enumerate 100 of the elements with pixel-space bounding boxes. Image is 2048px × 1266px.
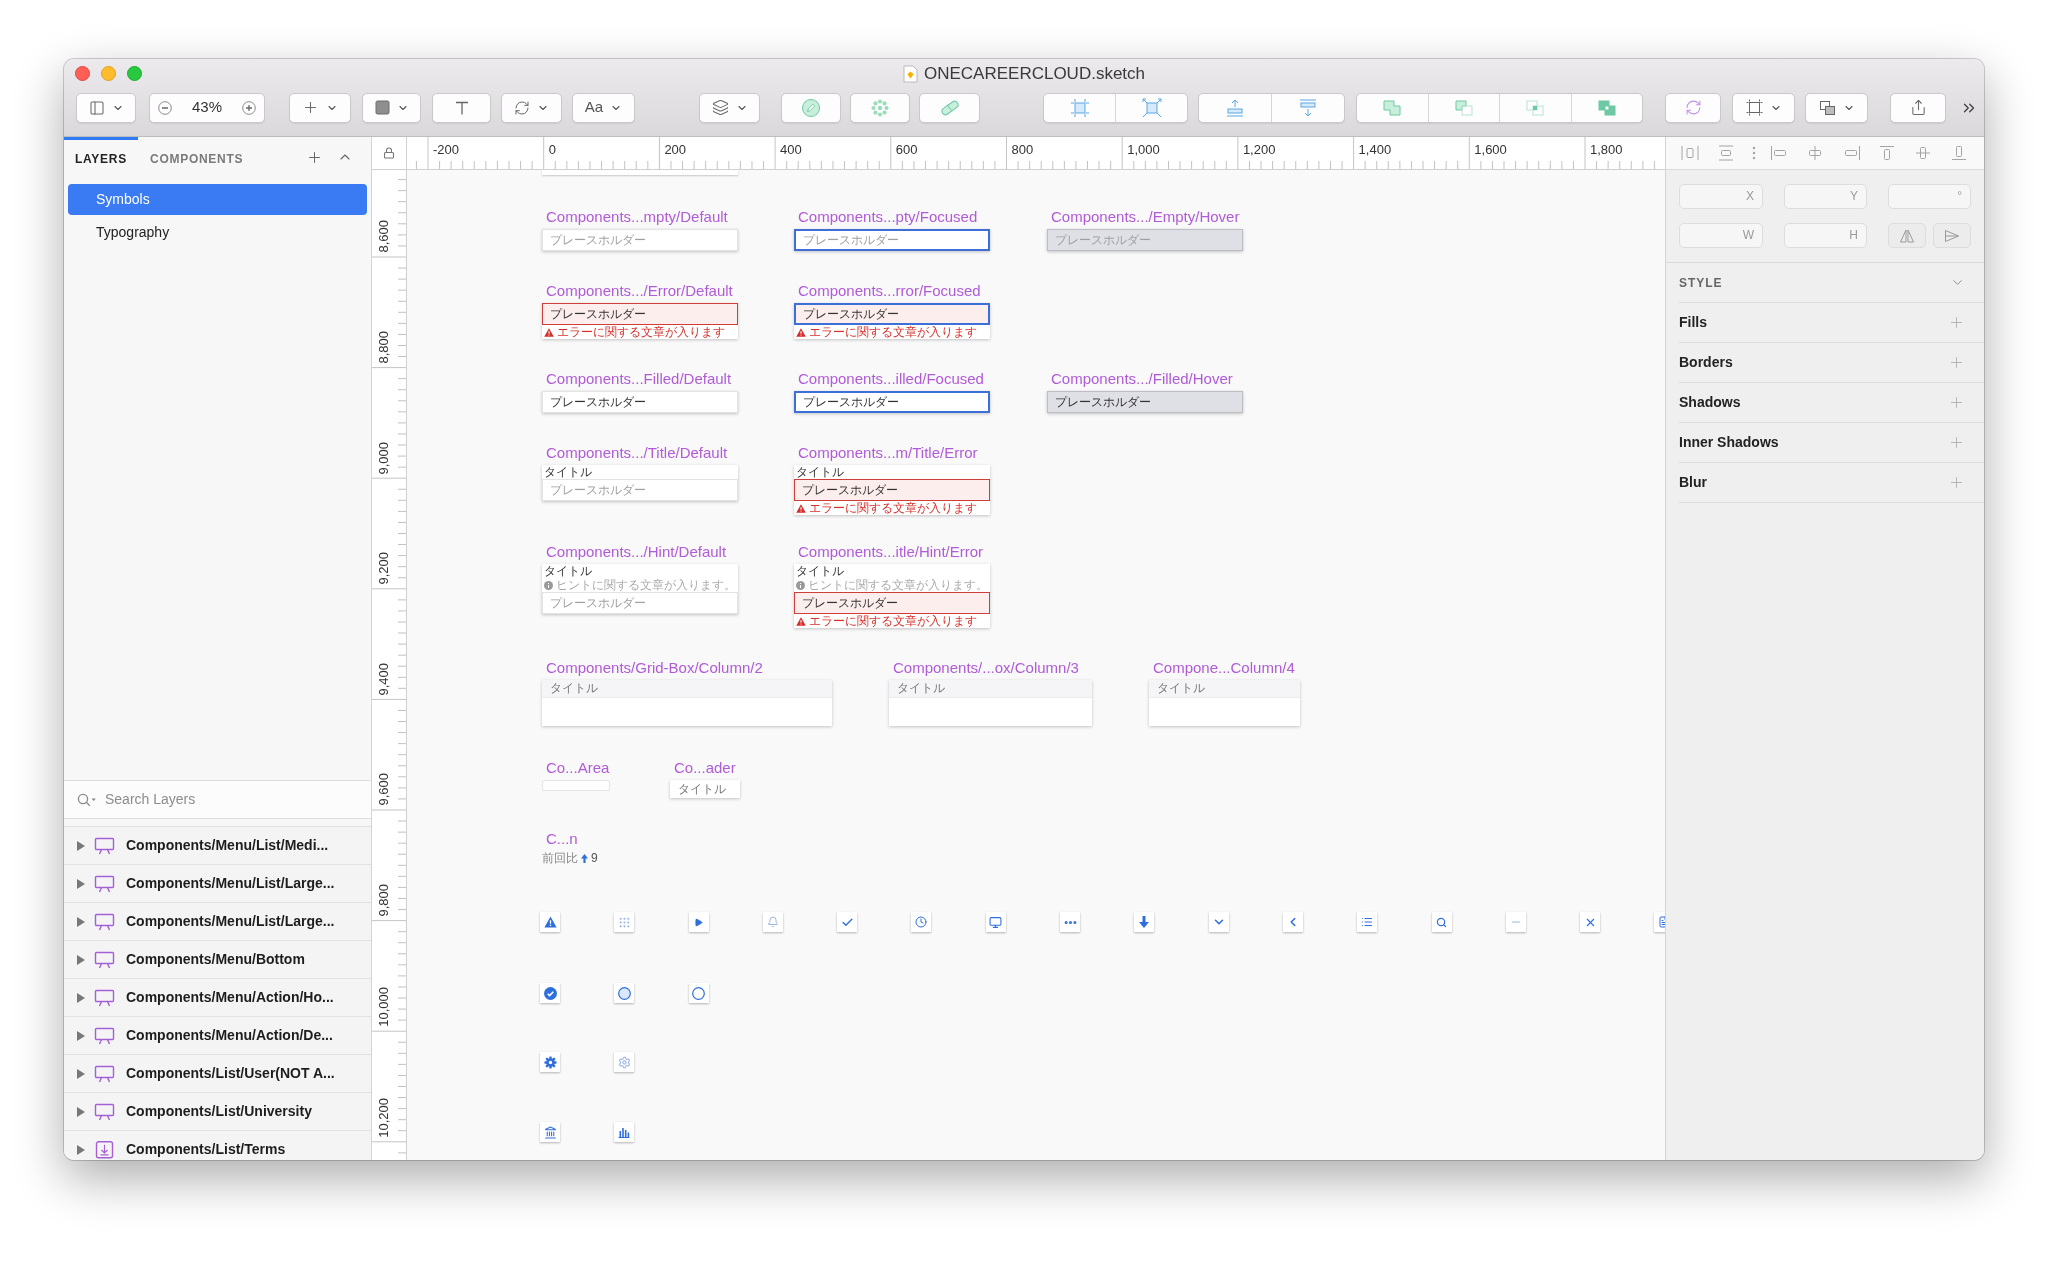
artboard-title[interactable]: Components...pty/Focused — [794, 207, 990, 227]
text-field[interactable]: プレースホルダー — [794, 479, 990, 501]
union-icon — [1382, 98, 1403, 117]
disclosure-triangle-icon[interactable] — [77, 1030, 85, 1041]
number-field[interactable]: H — [1784, 223, 1867, 248]
distribute-vertical-icon[interactable] — [1717, 145, 1735, 161]
easel-icon — [94, 874, 115, 893]
artboard-title[interactable]: Components.../Hint/Default — [542, 542, 738, 562]
align-bottom-icon[interactable] — [1950, 145, 1968, 161]
ruler-label: 400 — [780, 142, 802, 157]
text-field[interactable]: プレースホルダー — [542, 479, 738, 501]
artboard-title[interactable]: Components...rror/Focused — [794, 281, 990, 301]
artboard-title[interactable]: Components.../Title/Default — [542, 443, 738, 463]
zoom-button[interactable] — [127, 66, 142, 82]
text-field[interactable]: プレースホルダー — [1047, 391, 1243, 413]
number-field[interactable]: X — [1679, 184, 1763, 209]
align-top-icon[interactable] — [1878, 145, 1896, 161]
minimize-button[interactable] — [101, 66, 116, 82]
artboard-title[interactable]: Components.../Filled/Hover — [1047, 369, 1243, 389]
artboard-title[interactable]: Components...illed/Focused — [794, 369, 990, 389]
plus-icon[interactable] — [1948, 474, 1965, 491]
disclosure-triangle-icon[interactable] — [77, 1144, 85, 1155]
number-field[interactable]: W — [1679, 223, 1763, 248]
artboard-title[interactable]: Components/...ox/Column/3 — [889, 658, 1092, 678]
artboard-title[interactable]: Components...mpty/Default — [542, 207, 738, 227]
align-center-icon[interactable] — [1806, 145, 1824, 161]
toolbar-button[interactable] — [1890, 92, 1946, 123]
lock-icon[interactable] — [383, 147, 395, 159]
artboard-title[interactable]: Components.../Empty/Hover — [1047, 207, 1243, 227]
toolbar-button[interactable]: Aa — [572, 92, 635, 123]
search-box[interactable]: Search Layers — [64, 780, 371, 819]
error-message: エラーに関する文章が入ります — [557, 325, 725, 339]
box-header: タイトル — [542, 680, 832, 698]
align-right-icon[interactable] — [1843, 145, 1861, 161]
panel-tab[interactable]: LAYERS — [64, 137, 138, 177]
text-field[interactable]: プレースホルダー — [542, 391, 738, 413]
page-item[interactable]: Typography — [68, 217, 367, 248]
text-field[interactable]: プレースホルダー — [794, 592, 990, 614]
text-field[interactable]: プレースホルダー — [1047, 229, 1243, 251]
ruler-label: 600 — [895, 142, 918, 157]
field-title: タイトル — [795, 465, 845, 479]
disclosure-triangle-icon[interactable] — [77, 840, 85, 851]
toolbar-button[interactable] — [362, 92, 421, 123]
document-icon — [902, 64, 918, 83]
zoom-in-button[interactable] — [242, 100, 256, 115]
artboard-title[interactable]: Components...m/Title/Error — [794, 443, 990, 463]
box-header: タイトル — [1149, 680, 1300, 698]
artboard-title[interactable]: Co...ader — [670, 758, 736, 778]
frame-icon — [1069, 97, 1090, 118]
easel-icon — [94, 836, 115, 855]
box-header: タイトル — [889, 680, 1092, 698]
number-field[interactable]: Y — [1784, 184, 1867, 209]
artboard-title[interactable]: C...n — [542, 829, 578, 849]
list-icon — [1357, 912, 1378, 932]
page-item[interactable]: Symbols — [68, 184, 367, 215]
toolbar-button[interactable] — [699, 92, 760, 123]
zoom-out-button[interactable] — [158, 100, 172, 115]
plus-icon[interactable] — [1948, 354, 1965, 371]
artboard-title[interactable]: Components/Grid-Box/Column/2 — [542, 658, 832, 678]
align-left-icon[interactable] — [1770, 145, 1788, 161]
disclosure-triangle-icon[interactable] — [77, 992, 85, 1003]
disclosure-triangle-icon[interactable] — [77, 1068, 85, 1079]
close-button[interactable] — [75, 66, 90, 82]
artboard-title[interactable]: Co...Area — [542, 758, 610, 778]
search-field[interactable]: Search Layers — [105, 789, 305, 810]
number-field[interactable]: ° — [1888, 184, 1971, 209]
toolbar-button[interactable] — [1805, 92, 1868, 123]
distribute-horizontal-icon[interactable] — [1681, 145, 1699, 161]
more-icon[interactable] — [1752, 146, 1756, 160]
text-area-field[interactable] — [542, 780, 610, 791]
flip-horizontal-button[interactable] — [1888, 223, 1926, 248]
artboard-title[interactable]: Compone...Column/4 — [1149, 658, 1300, 678]
text-field[interactable]: プレースホルダー — [542, 592, 738, 614]
artboard-title[interactable]: Components...itle/Hint/Error — [794, 542, 990, 562]
text-field[interactable]: プレースホルダー — [794, 229, 990, 251]
field-title: タイトル — [543, 564, 593, 578]
disclosure-triangle-icon[interactable] — [77, 916, 85, 927]
plus-icon[interactable] — [1948, 314, 1965, 331]
artboard-title[interactable]: Components.../Error/Default — [542, 281, 738, 301]
plus-icon[interactable] — [1948, 394, 1965, 411]
ruler-label: 10,000 — [376, 987, 391, 1028]
pen-icon — [801, 97, 821, 118]
flip-vertical-button[interactable] — [1933, 223, 1971, 248]
text-field[interactable]: プレースホルダー — [542, 229, 738, 251]
artboard-title[interactable]: Components...Filled/Default — [542, 369, 738, 389]
plus-icon[interactable] — [1948, 434, 1965, 451]
disclosure-triangle-icon[interactable] — [77, 954, 85, 965]
disclosure-triangle-icon[interactable] — [77, 878, 85, 889]
text-field[interactable]: プレースホルダー — [794, 391, 990, 413]
text-field[interactable]: プレースホルダー — [542, 303, 738, 325]
align-middle-icon[interactable] — [1914, 145, 1932, 161]
chevron-down-icon — [1208, 912, 1229, 932]
layer-name: Components/Menu/Bottom — [126, 950, 305, 969]
toolbar-button[interactable] — [1732, 92, 1795, 123]
layer-name: Components/Menu/List/Large... — [126, 912, 335, 931]
text-field[interactable]: プレースホルダー — [794, 303, 990, 325]
toolbar-button[interactable] — [501, 92, 562, 123]
search-icon[interactable] — [77, 792, 97, 807]
disclosure-triangle-icon[interactable] — [77, 1106, 85, 1117]
panel-tab[interactable]: COMPONENTS — [138, 137, 244, 177]
